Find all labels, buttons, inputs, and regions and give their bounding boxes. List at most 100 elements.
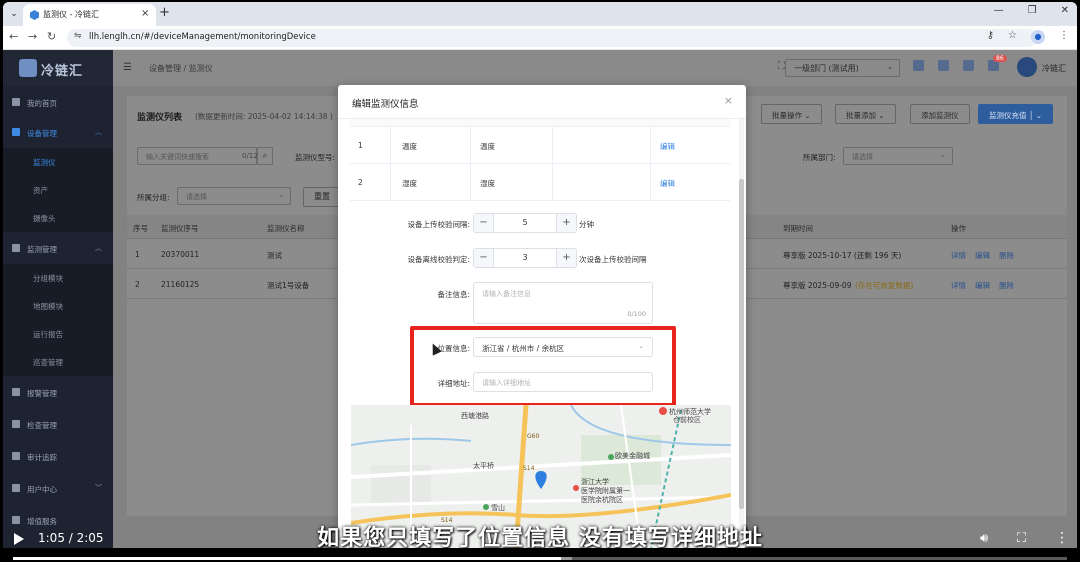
- url-field[interactable]: ⇋ llh.lenglh.cn/#/deviceManagement/monit…: [67, 29, 1037, 47]
- sidebar-item-assets[interactable]: 资产: [3, 176, 113, 204]
- remark-count: 0/100: [627, 310, 646, 318]
- browser-tab[interactable]: 监测仪 - 冷链汇 ×: [23, 4, 156, 26]
- cell-name: 测试: [267, 251, 282, 260]
- divider: [390, 127, 391, 164]
- sidebar-item-patrol[interactable]: 巡查管理: [3, 348, 113, 376]
- sidebar-item-users[interactable]: 用户中心 ﹀: [3, 474, 113, 504]
- profile-avatar-icon[interactable]: ●: [1031, 30, 1045, 44]
- browser-menu-icon[interactable]: ⋮: [1059, 30, 1069, 44]
- search-placeholder: 输入关键词快速搜索: [146, 153, 209, 161]
- sidebar-item-device-management[interactable]: 设备管理 ︿: [3, 118, 113, 148]
- bookmark-star-icon[interactable]: ☆: [1008, 30, 1017, 44]
- more-options-icon[interactable]: ⋮: [1055, 530, 1069, 546]
- back-icon[interactable]: ←: [9, 30, 18, 43]
- plus-icon[interactable]: +: [556, 214, 576, 232]
- sidebar-item-inspection[interactable]: 检查管理: [3, 410, 113, 440]
- header: ☰ 设备管理 / 监测仪 ⛶ 一级部门 (测试用) ⌄ 86 冷链汇: [113, 50, 1077, 86]
- bell-icon: [12, 388, 20, 396]
- scroll-thumb[interactable]: [739, 179, 744, 509]
- divider: [470, 164, 471, 201]
- search-icon[interactable]: ⌕: [257, 147, 273, 165]
- cell-serial: 21160125: [161, 280, 200, 289]
- sidebar-item-home[interactable]: 我的首页: [3, 88, 113, 118]
- sidebar-item-alarms[interactable]: 报警管理: [3, 378, 113, 408]
- logo-text: 冷链汇: [41, 64, 84, 79]
- remark-textarea[interactable]: 请输入备注信息 0/100: [473, 282, 653, 324]
- stepper-value[interactable]: 5: [494, 218, 556, 227]
- menu-toggle-icon[interactable]: ☰: [123, 62, 132, 73]
- device-icon: [12, 128, 20, 136]
- sidebar-item-report[interactable]: 运行报告: [3, 320, 113, 348]
- button-label: 批量操作: [772, 111, 802, 120]
- reset-button[interactable]: 重置: [303, 187, 341, 207]
- edit-link[interactable]: 编辑: [660, 178, 675, 189]
- delete-link[interactable]: 删除: [999, 250, 1014, 261]
- detail-link[interactable]: 详情: [951, 250, 966, 261]
- sidebar-item-map[interactable]: 地图模块: [3, 292, 113, 320]
- tab-search-icon[interactable]: ⌄: [7, 7, 21, 21]
- sidebar-item-monitoring[interactable]: 监测管理 ︿: [3, 234, 113, 264]
- filter-group-select[interactable]: 请选择 ⌄: [177, 187, 291, 205]
- batch-ops-button[interactable]: 批量操作 ⌄: [761, 104, 822, 124]
- fullscreen-icon[interactable]: ⛶: [778, 61, 785, 72]
- screen-icon[interactable]: [938, 60, 949, 71]
- address-bar: ← → ↻ ⇋ llh.lenglh.cn/#/deviceManagement…: [3, 26, 1077, 50]
- sidebar-item-label: 资产: [33, 186, 48, 195]
- fullscreen-icon[interactable]: ⛶: [1017, 531, 1026, 546]
- plus-icon[interactable]: +: [556, 249, 576, 267]
- restore-icon[interactable]: ❐: [1028, 5, 1037, 16]
- col-no: 序号: [133, 224, 148, 233]
- detail-link[interactable]: 详情: [951, 280, 966, 291]
- sidebar-item-label: 巡查管理: [33, 358, 63, 367]
- edit-link[interactable]: 编辑: [975, 280, 990, 291]
- key-icon[interactable]: ⚷: [987, 30, 994, 44]
- home-icon: [12, 98, 20, 106]
- dialog-title: 编辑监测仪信息: [352, 99, 419, 110]
- close-window-icon[interactable]: ✕: [1061, 5, 1069, 16]
- forward-icon[interactable]: →: [28, 30, 37, 43]
- window-controls: — ❐ ✕: [994, 5, 1069, 16]
- filter-dept-select[interactable]: 请选择 ⌄: [843, 147, 953, 165]
- user-name[interactable]: 冷链汇: [1042, 63, 1066, 74]
- sidebar-item-monitor[interactable]: 监测仪: [3, 148, 113, 176]
- user-avatar[interactable]: [1017, 57, 1037, 77]
- dialog-header: 编辑监测仪信息 ×: [338, 85, 746, 119]
- edit-link[interactable]: 编辑: [660, 141, 675, 152]
- volume-icon[interactable]: 🔊︎: [980, 531, 988, 546]
- close-icon[interactable]: ×: [724, 94, 733, 107]
- search-input[interactable]: 输入关键词快速搜索 0/12: [137, 147, 258, 165]
- offline-check-stepper[interactable]: − 3 +: [473, 248, 577, 268]
- upload-interval-stepper[interactable]: − 5 +: [473, 213, 577, 233]
- add-device-button[interactable]: 添加监测仪: [910, 104, 970, 124]
- message-icon[interactable]: [963, 60, 974, 71]
- offline-check-unit: 次设备上传校验间隔: [579, 255, 647, 264]
- filter-dept-label: 所属部门:: [803, 153, 836, 162]
- minimize-icon[interactable]: —: [994, 5, 1004, 16]
- delete-link[interactable]: 删除: [999, 280, 1014, 291]
- edit-link[interactable]: 编辑: [975, 250, 990, 261]
- divider: [552, 127, 553, 164]
- department-select[interactable]: 一级部门 (测试用) ⌄: [785, 59, 900, 77]
- new-tab-icon[interactable]: +: [159, 5, 170, 20]
- stepper-value[interactable]: 3: [494, 253, 556, 262]
- sidebar-item-audit[interactable]: 审计追踪: [3, 442, 113, 472]
- play-icon[interactable]: [14, 533, 24, 545]
- logo: 冷链汇: [3, 50, 113, 86]
- recharge-button[interactable]: 监测仪充值 │ ⌄: [978, 104, 1054, 124]
- site-info-icon[interactable]: ⇋: [74, 31, 82, 41]
- minus-icon[interactable]: −: [474, 249, 494, 267]
- sidebar-item-groups[interactable]: 分组模块: [3, 264, 113, 292]
- tab-close-icon[interactable]: ×: [141, 8, 149, 19]
- map-label: 太平桥: [473, 462, 494, 470]
- video-progress-bar[interactable]: [13, 557, 1067, 560]
- sidebar-item-camera[interactable]: 摄像头: [3, 204, 113, 232]
- reload-icon[interactable]: ↻: [47, 30, 56, 43]
- dialog-scrollbar[interactable]: [739, 119, 744, 548]
- sidebar-item-label: 摄像头: [33, 214, 56, 223]
- chevron-down-icon: ⌄: [278, 191, 284, 199]
- cell-serial: 20370011: [161, 250, 200, 259]
- batch-add-button[interactable]: 批量添加 ⌄: [835, 104, 896, 124]
- print-icon[interactable]: [913, 60, 924, 71]
- minus-icon[interactable]: −: [474, 214, 494, 232]
- video-time: 1:05 / 2:05: [38, 531, 104, 545]
